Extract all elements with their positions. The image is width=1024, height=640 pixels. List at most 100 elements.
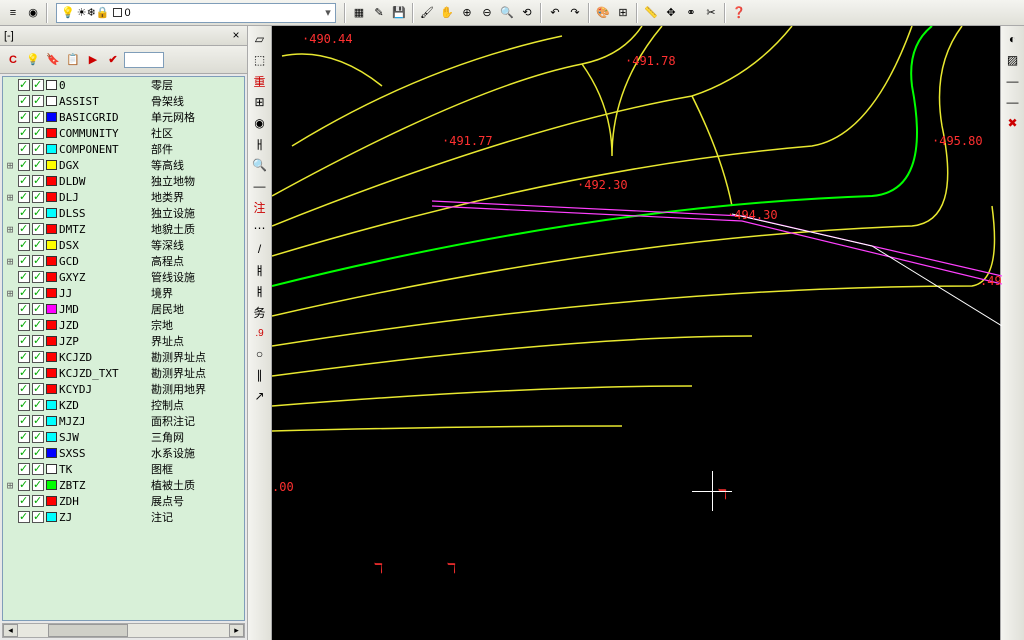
freeze-checkbox[interactable] [32,431,44,443]
layer-row[interactable]: TK图框 [3,461,244,477]
visible-checkbox[interactable] [18,479,30,491]
visible-checkbox[interactable] [18,111,30,123]
visible-checkbox[interactable] [18,207,30,219]
cn2[interactable]: 注 [251,198,269,216]
layer-row[interactable]: DSX等深线 [3,237,244,253]
brush-icon[interactable]: 🖌 [418,4,436,22]
layer-color-swatch[interactable] [46,144,57,154]
table-icon[interactable]: ⊞ [614,4,632,22]
dbl-icon[interactable]: ∥ [251,366,269,384]
layer-row[interactable]: COMPONENT部件 [3,141,244,157]
layer-row[interactable]: DLDW独立地物 [3,173,244,189]
chevron-down-icon[interactable]: ▾ [321,6,335,19]
zoom-window-icon[interactable]: 🔍 [498,4,516,22]
freeze-checkbox[interactable] [32,511,44,523]
visible-checkbox[interactable] [18,95,30,107]
layer-color-swatch[interactable] [46,464,57,474]
freeze-checkbox[interactable] [32,399,44,411]
globe-icon[interactable]: ◉ [251,114,269,132]
layer-color-swatch[interactable] [46,352,57,362]
cut-icon[interactable]: ✂ [702,4,720,22]
freeze-checkbox[interactable] [32,223,44,235]
list-tool-icon[interactable]: 📋 [64,51,82,69]
scroll-thumb[interactable] [48,624,128,637]
h-icon[interactable]: ㅐ [251,135,269,153]
right-tool-3-icon[interactable]: — [1004,72,1022,90]
bulb-tool-icon[interactable]: 💡 [24,51,42,69]
layer-row[interactable]: ⊞DGX等高线 [3,157,244,173]
layer-color-swatch[interactable] [46,224,57,234]
freeze-checkbox[interactable] [32,319,44,331]
layer-row[interactable]: ⊞DMTZ地貌土质 [3,221,244,237]
layer-row[interactable]: JZP界址点 [3,333,244,349]
pencil-icon[interactable]: ✎ [370,4,388,22]
layer-row[interactable]: COMMUNITY社区 [3,125,244,141]
freeze-checkbox[interactable] [32,415,44,427]
layer-row[interactable]: ⊞ZBTZ植被土质 [3,477,244,493]
palette-icon[interactable]: 🎨 [594,4,612,22]
visible-checkbox[interactable] [18,255,30,267]
forward-icon[interactable]: ↗ [251,387,269,405]
circle-icon[interactable]: ○ [251,345,269,363]
dash-icon[interactable]: ⋯ [251,219,269,237]
zoom-in-icon[interactable]: ⊕ [458,4,476,22]
layer-color-swatch[interactable] [46,272,57,282]
layers-stack-icon[interactable]: ≡ [4,4,22,22]
layer-color-swatch[interactable] [46,512,57,522]
layer-color-swatch[interactable] [46,112,57,122]
drawing-canvas[interactable]: ·490.44·491.78·491.77·495.80·492.30·494.… [272,26,1000,640]
layer-color-swatch[interactable] [46,496,57,506]
visible-checkbox[interactable] [18,143,30,155]
grid-icon[interactable]: ⊞ [251,93,269,111]
globe-icon[interactable]: ◉ [24,4,42,22]
freeze-checkbox[interactable] [32,127,44,139]
visible-checkbox[interactable] [18,383,30,395]
visible-checkbox[interactable] [18,495,30,507]
visible-checkbox[interactable] [18,511,30,523]
layer-row[interactable]: KCJZD勘测界址点 [3,349,244,365]
layer-row[interactable]: SJW三角网 [3,429,244,445]
visible-checkbox[interactable] [18,239,30,251]
layer-row[interactable]: ⊞GCD高程点 [3,253,244,269]
link-icon[interactable]: ⚭ [682,4,700,22]
move-icon[interactable]: ✥ [662,4,680,22]
visible-checkbox[interactable] [18,431,30,443]
zoom-prev-icon[interactable]: ⟲ [518,4,536,22]
freeze-checkbox[interactable] [32,367,44,379]
layer-color-swatch[interactable] [46,256,57,266]
cn1[interactable]: 重 [251,72,269,90]
freeze-checkbox[interactable] [32,271,44,283]
layer-color-swatch[interactable] [46,192,57,202]
layer-row[interactable]: KCYDJ勘测用地界 [3,381,244,397]
visible-checkbox[interactable] [18,175,30,187]
check-tool-icon[interactable]: ✔ [104,51,122,69]
freeze-checkbox[interactable] [32,495,44,507]
freeze-checkbox[interactable] [32,239,44,251]
measure-icon[interactable]: 📏 [642,4,660,22]
layer-color-swatch[interactable] [46,240,57,250]
layer-row[interactable]: JZD宗地 [3,317,244,333]
expand-icon[interactable]: ⊞ [3,287,17,300]
layer-color-swatch[interactable] [46,432,57,442]
layer-row[interactable]: BASICGRID单元网格 [3,109,244,125]
layer-row[interactable]: DLSS独立设施 [3,205,244,221]
freeze-checkbox[interactable] [32,287,44,299]
expand-icon[interactable]: ⊞ [3,223,17,236]
layer-row[interactable]: ZJ注记 [3,509,244,525]
visible-checkbox[interactable] [18,159,30,171]
freeze-checkbox[interactable] [32,159,44,171]
freeze-checkbox[interactable] [32,95,44,107]
layer-color-swatch[interactable] [46,208,57,218]
help-icon[interactable]: ❓ [730,4,748,22]
visible-checkbox[interactable] [18,287,30,299]
visible-checkbox[interactable] [18,271,30,283]
zoom-icon[interactable]: 🔍 [251,156,269,174]
right-tool-5-icon[interactable]: ✖ [1004,114,1022,132]
visible-checkbox[interactable] [18,191,30,203]
select-icon[interactable]: ⬚ [251,51,269,69]
scroll-left-icon[interactable]: ◂ [3,624,18,637]
visible-checkbox[interactable] [18,447,30,459]
layer-color-swatch[interactable] [46,128,57,138]
freeze-checkbox[interactable] [32,383,44,395]
visible-checkbox[interactable] [18,463,30,475]
